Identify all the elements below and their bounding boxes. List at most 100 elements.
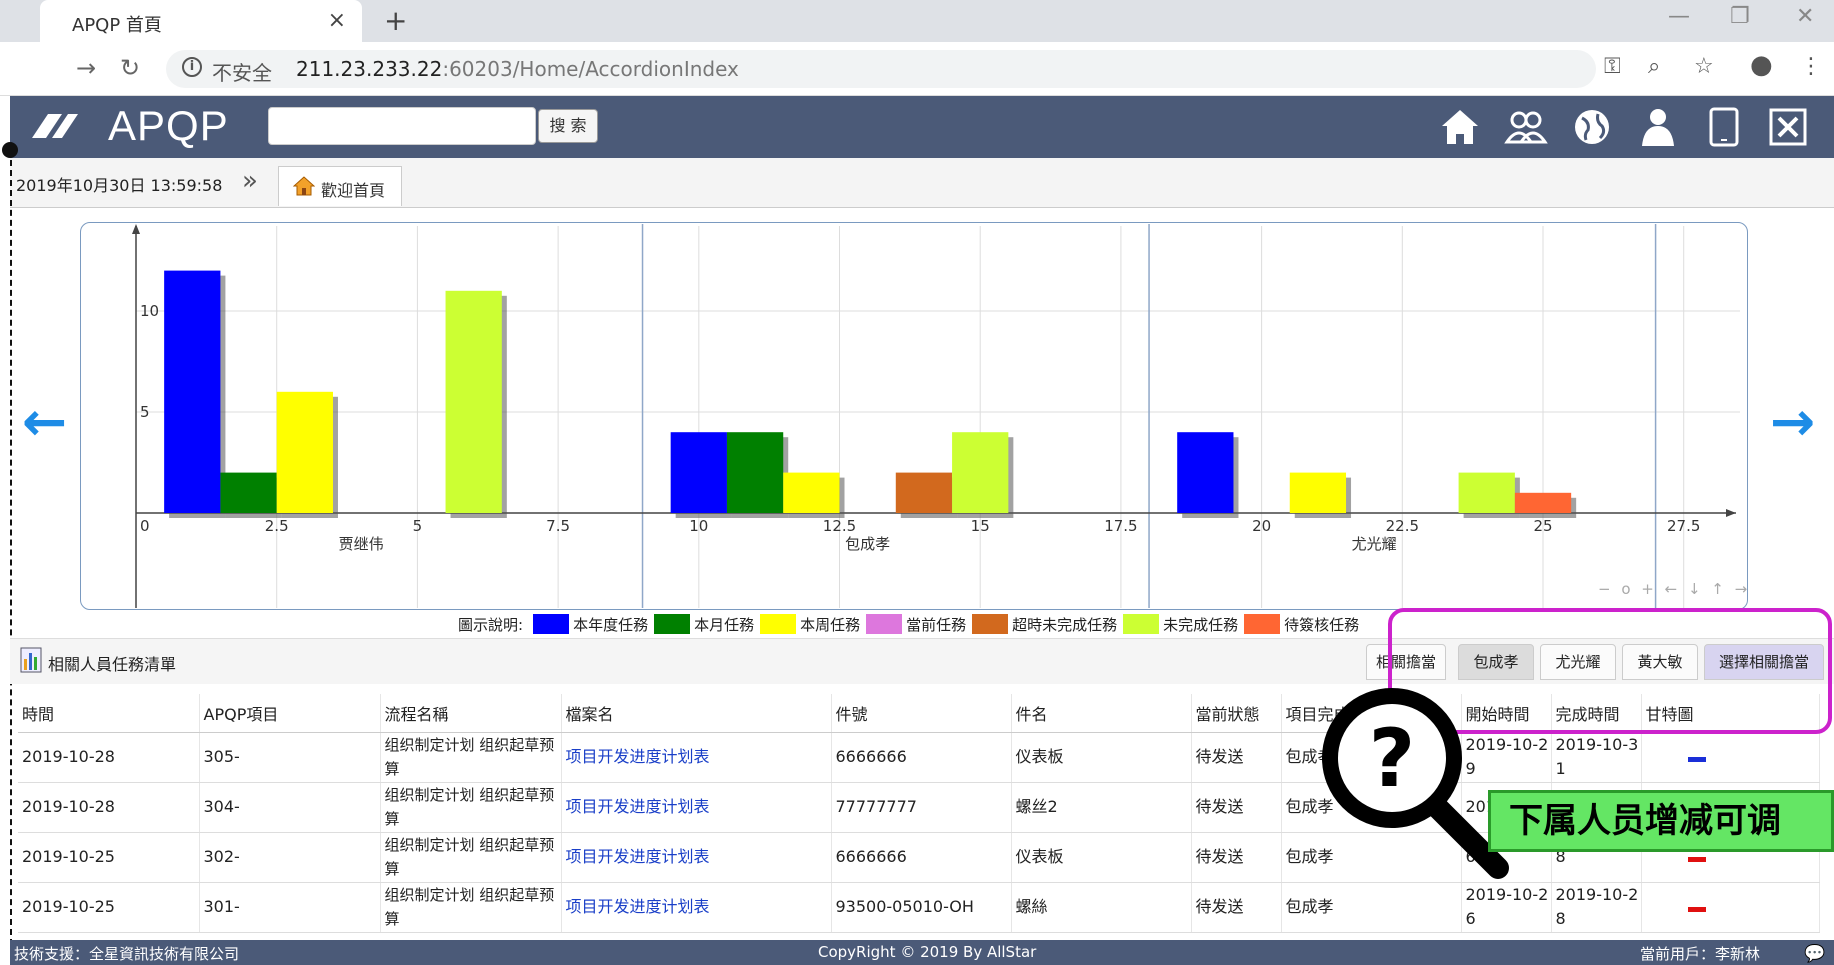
x-tick-label: 17.5 [1104, 517, 1137, 535]
x-tick-label: 25 [1533, 517, 1552, 535]
new-tab-icon[interactable]: + [384, 4, 407, 37]
cell-gantt[interactable] [1641, 882, 1820, 933]
cell-file-link[interactable]: 项目开发进度计划表 [561, 782, 832, 833]
bar [952, 432, 1009, 513]
previous-arrow-icon[interactable]: ← [22, 390, 67, 453]
gantt-bar[interactable] [1687, 857, 1706, 862]
cell-part-name: 仪表板 [1011, 732, 1192, 783]
search-button[interactable]: 搜 索 [538, 109, 598, 143]
url-text: 211.23.233.22:60203/Home/AccordionIndex [296, 57, 739, 81]
x-tick-label: 22.5 [1386, 517, 1419, 535]
tab-welcome[interactable]: 歡迎首頁 [278, 166, 402, 206]
home-icon[interactable] [1438, 106, 1482, 148]
annotation-callout: 下属人员增减可调 [1488, 790, 1834, 852]
security-label: 不安全 [212, 61, 272, 85]
column-header[interactable]: 檔案名 [561, 694, 832, 733]
chat-icon[interactable]: 💬 [1804, 944, 1825, 964]
bookmark-star-icon[interactable]: ☆ [1694, 54, 1714, 79]
bar [670, 432, 727, 513]
table-row[interactable]: 2019-10-25 301- 组织制定计划 组织起草预算 项目开发进度计划表 … [18, 882, 1820, 933]
forward-icon[interactable]: → [76, 54, 96, 82]
info-icon[interactable]: i [182, 57, 202, 77]
column-header[interactable]: 件名 [1011, 694, 1192, 733]
chart-zoom-controls[interactable]: − o + ← ↓ ↑ → [1598, 580, 1750, 598]
browser-tab[interactable]: APQP 首頁 × [40, 0, 362, 42]
x-axis-arrow [1726, 509, 1736, 517]
dashed-guide-line [10, 150, 12, 965]
list-chart-icon [20, 647, 42, 673]
cell-file-link[interactable]: 项目开发进度计划表 [561, 732, 832, 783]
copyright-text: CopyRight © 2019 By AllStar [818, 943, 1037, 961]
column-header[interactable]: APQP項目 [199, 694, 381, 733]
cell-project: 302- [199, 832, 381, 883]
current-datetime: 2019年10月30日 13:59:58 [16, 176, 223, 195]
x-tick-label: 7.5 [546, 517, 570, 535]
cell-project: 301- [199, 882, 381, 933]
footer: 技術支援：全星資訊技術有限公司 CopyRight © 2019 By AllS… [10, 940, 1834, 965]
logo-icon [32, 114, 78, 138]
task-bar-chart: 0 2.5 5 7.5 10 12.5 15 17.5 20 22.5 25 27.5 5 10 贾继伟 包成… [132, 224, 1740, 608]
cell-gantt[interactable] [1641, 732, 1820, 783]
cell-status: 待发送 [1191, 782, 1282, 833]
column-header[interactable]: 時間 [18, 694, 200, 733]
tab-close-icon[interactable]: × [328, 8, 346, 33]
column-header[interactable]: 件號 [831, 694, 1012, 733]
cell-file-link[interactable]: 项目开发进度计划表 [561, 832, 832, 883]
x-tick-label: 0 [140, 517, 150, 535]
globe-icon[interactable] [1570, 106, 1614, 148]
legend-title: 圖示說明: [458, 615, 524, 634]
tab-title: APQP 首頁 [72, 15, 162, 36]
restore-icon[interactable]: ❐ [1730, 4, 1750, 29]
cell-flow: 组织制定计划 组织起草预算 [380, 782, 562, 833]
column-header[interactable]: 流程名稱 [380, 694, 562, 733]
next-arrow-icon[interactable]: → [1770, 390, 1815, 453]
legend-swatch [1123, 614, 1160, 634]
legend-items: 本年度任務 本月任務 本周任務 當前任務 超時未完成任務 未完成任務 待簽核任務 [533, 614, 1365, 635]
cell-status: 待发送 [1191, 732, 1282, 783]
table-row[interactable]: 2019-10-28 305- 组织制定计划 组织起草预算 项目开发进度计划表 … [18, 732, 1820, 783]
group-label: 贾继伟 [339, 535, 384, 553]
cell-project: 305- [199, 732, 381, 783]
app-header: APQP 搜 索 [10, 96, 1834, 158]
url-path: :60203/Home/AccordionIndex [442, 57, 739, 81]
minimize-icon[interactable]: — [1668, 4, 1690, 29]
cell-file-link[interactable]: 项目开发进度计划表 [561, 882, 832, 933]
legend-label: 本年度任務 [573, 615, 649, 634]
bar [895, 472, 953, 513]
cell-status: 待发送 [1191, 832, 1282, 883]
column-header[interactable]: 當前狀態 [1191, 694, 1282, 733]
cell-part-name: 螺絲 [1011, 882, 1192, 933]
gantt-bar[interactable] [1687, 907, 1706, 912]
cell-start: 2019-10-26 [1461, 882, 1552, 933]
reload-icon[interactable]: ↻ [120, 54, 140, 82]
bar [220, 472, 277, 513]
tablet-icon[interactable] [1702, 106, 1746, 148]
legend-swatch [866, 614, 903, 634]
date-bar: 2019年10月30日 13:59:58 » 歡迎首頁 [10, 158, 1834, 208]
bar [445, 290, 502, 513]
cell-status: 待发送 [1191, 882, 1282, 933]
url-bar[interactable]: i 不安全 211.23.233.22:60203/Home/Accordion… [166, 50, 1596, 88]
cell-flow: 组织制定计划 组织起草预算 [380, 732, 562, 783]
support-text: 技術支援：全星資訊技術有限公司 [14, 945, 240, 963]
cell-time: 2019-10-25 [18, 882, 200, 933]
search-input[interactable] [268, 107, 536, 145]
legend-item: 當前任務 [866, 614, 966, 635]
profile-icon[interactable]: ● [1750, 50, 1773, 80]
bar [1458, 472, 1515, 513]
group-icon[interactable] [1504, 106, 1548, 148]
menu-icon[interactable]: ⋮ [1800, 54, 1822, 79]
cell-flow: 组织制定计划 组织起草预算 [380, 832, 562, 883]
window-close-icon[interactable]: ✕ [1796, 4, 1814, 29]
legend-label: 本周任務 [800, 615, 861, 634]
cell-time: 2019-10-28 [18, 782, 200, 833]
gantt-bar[interactable] [1687, 757, 1706, 762]
zoom-icon[interactable]: ⌕ [1648, 54, 1660, 79]
expand-icon[interactable]: » [242, 166, 258, 196]
user-icon[interactable] [1636, 106, 1680, 148]
key-icon[interactable]: ⚿ [1604, 54, 1621, 79]
group-label: 尤光耀 [1352, 535, 1397, 553]
close-box-icon[interactable] [1766, 106, 1810, 148]
x-tick-label: 12.5 [823, 517, 856, 535]
cell-end: 2019-10-28 [1551, 882, 1642, 933]
